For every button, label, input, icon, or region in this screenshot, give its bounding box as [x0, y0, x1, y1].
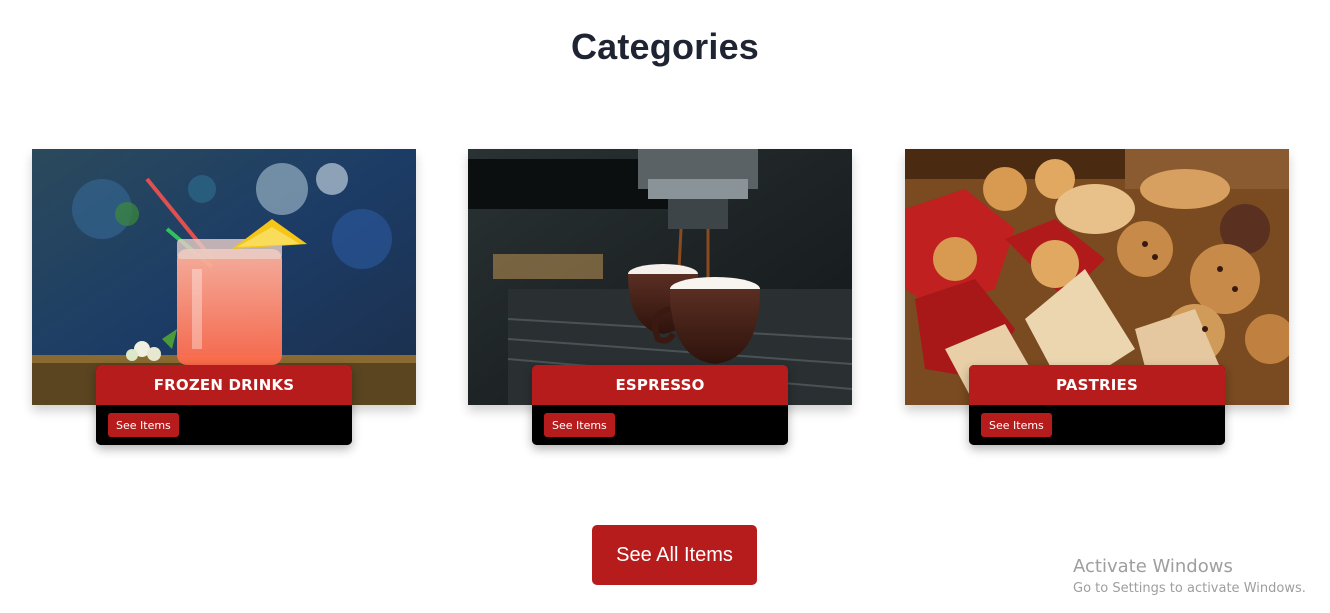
watermark-title: Activate Windows	[1073, 556, 1233, 577]
see-items-button[interactable]: See Items	[981, 413, 1052, 437]
category-footer: See Items	[96, 405, 352, 445]
category-info-espresso: ESPRESSO See Items	[532, 365, 788, 445]
category-footer: See Items	[532, 405, 788, 445]
watermark-subtitle: Go to Settings to activate Windows.	[1073, 581, 1306, 596]
category-footer: See Items	[969, 405, 1225, 445]
see-all-items-button[interactable]: See All Items	[592, 525, 757, 585]
category-card-pastries: PASTRIES See Items	[905, 149, 1289, 449]
see-items-button[interactable]: See Items	[544, 413, 615, 437]
category-title: FROZEN DRINKS	[96, 365, 352, 405]
category-card-espresso: ESPRESSO See Items	[468, 149, 852, 449]
section-title: Categories	[570, 26, 760, 67]
windows-activation-watermark: Activate Windows Go to Settings to activ…	[1073, 556, 1306, 599]
category-card-frozen-drinks: FROZEN DRINKS See Items	[32, 149, 416, 449]
see-items-button[interactable]: See Items	[108, 413, 179, 437]
category-title: ESPRESSO	[532, 365, 788, 405]
category-info-frozen-drinks: FROZEN DRINKS See Items	[96, 365, 352, 445]
category-info-pastries: PASTRIES See Items	[969, 365, 1225, 445]
page: Categories FROZEN DRINKS See Items ESPRE…	[0, 0, 1330, 613]
category-title: PASTRIES	[969, 365, 1225, 405]
